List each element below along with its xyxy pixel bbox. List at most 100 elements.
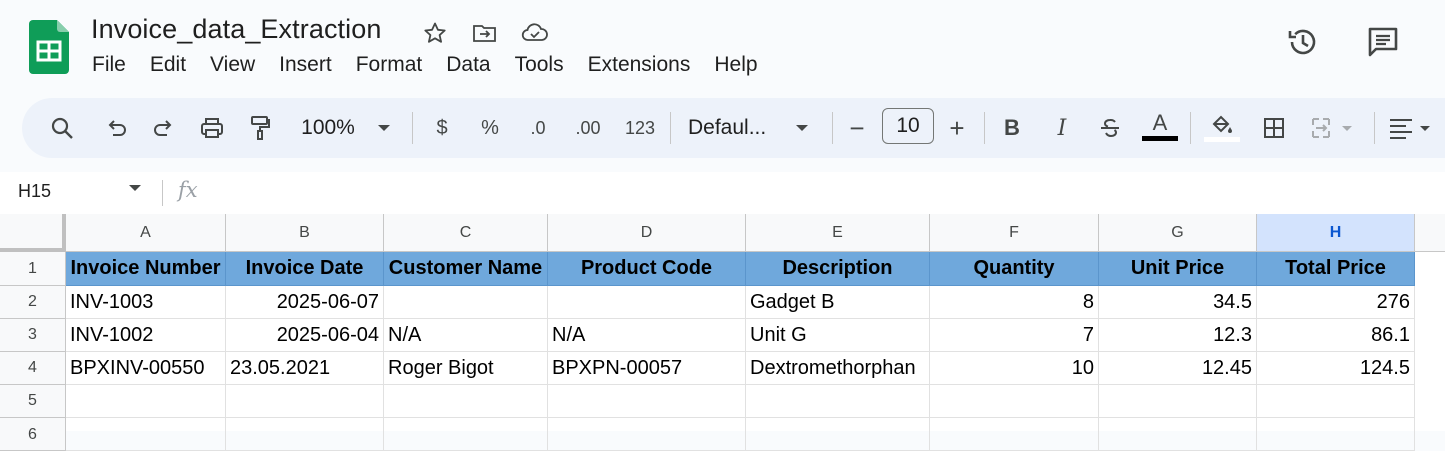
column-header-e[interactable]: E xyxy=(746,214,930,252)
font-family-select[interactable]: Defaul... xyxy=(688,98,784,158)
fill-color-icon[interactable] xyxy=(1202,98,1242,158)
cell-g5[interactable] xyxy=(1099,385,1257,418)
cell-d3[interactable]: N/A xyxy=(548,319,746,352)
cell-b3[interactable]: 2025-06-04 xyxy=(226,319,384,352)
menu-tools[interactable]: Tools xyxy=(503,52,576,78)
zoom-select[interactable]: 100% xyxy=(292,98,364,158)
cell-h6[interactable] xyxy=(1257,418,1415,451)
cell-a3[interactable]: INV-1002 xyxy=(66,319,226,352)
cell-g3[interactable]: 12.3 xyxy=(1099,319,1257,352)
cell-c6[interactable] xyxy=(384,418,548,451)
column-header-f[interactable]: F xyxy=(930,214,1099,252)
menu-view[interactable]: View xyxy=(198,52,267,78)
row-header-4[interactable]: 4 xyxy=(0,352,66,385)
more-formats-button[interactable]: 123 xyxy=(618,98,662,158)
row-header-1[interactable]: 1 xyxy=(0,252,66,286)
undo-icon[interactable] xyxy=(94,98,138,158)
cell-f6[interactable] xyxy=(930,418,1099,451)
cell-h2[interactable]: 276 xyxy=(1257,286,1415,319)
column-header-a[interactable]: A xyxy=(66,214,226,252)
cell-h4[interactable]: 124.5 xyxy=(1257,352,1415,385)
cell-f3[interactable]: 7 xyxy=(930,319,1099,352)
cell-g1[interactable]: Unit Price xyxy=(1099,252,1257,286)
cell-a1[interactable]: Invoice Number xyxy=(66,252,226,286)
row-header-3[interactable]: 3 xyxy=(0,319,66,352)
select-all-corner[interactable] xyxy=(0,214,66,252)
column-header-h[interactable]: H xyxy=(1257,214,1415,252)
version-history-icon[interactable] xyxy=(1285,24,1321,60)
text-color-button[interactable]: A xyxy=(1140,98,1180,158)
column-header-d[interactable]: D xyxy=(548,214,746,252)
cell-e3[interactable]: Unit G xyxy=(746,319,930,352)
font-size-input[interactable]: 10 xyxy=(882,108,934,144)
currency-format-button[interactable]: $ xyxy=(424,98,460,158)
cell-a2[interactable]: INV-1003 xyxy=(66,286,226,319)
cell-b5[interactable] xyxy=(226,385,384,418)
cell-g2[interactable]: 34.5 xyxy=(1099,286,1257,319)
sheets-logo-icon[interactable] xyxy=(29,20,69,74)
cell-b4[interactable]: 23.05.2021 xyxy=(226,352,384,385)
cell-f4[interactable]: 10 xyxy=(930,352,1099,385)
cell-d5[interactable] xyxy=(548,385,746,418)
menu-data[interactable]: Data xyxy=(434,52,502,78)
column-header-c[interactable]: C xyxy=(384,214,548,252)
menu-insert[interactable]: Insert xyxy=(267,52,344,78)
name-box[interactable]: H15 xyxy=(18,181,51,202)
cell-h3[interactable]: 86.1 xyxy=(1257,319,1415,352)
cell-e4[interactable]: Dextromethorphan xyxy=(746,352,930,385)
cell-a4[interactable]: BPXINV-00550 xyxy=(66,352,226,385)
cell-f1[interactable]: Quantity xyxy=(930,252,1099,286)
menu-file[interactable]: File xyxy=(80,52,138,78)
cell-b2[interactable]: 2025-06-07 xyxy=(226,286,384,319)
cell-a6[interactable] xyxy=(66,418,226,451)
decrease-font-size-button[interactable]: − xyxy=(842,98,872,158)
strikethrough-icon[interactable] xyxy=(1092,98,1128,158)
horizontal-align-icon[interactable] xyxy=(1382,98,1442,158)
cell-g6[interactable] xyxy=(1099,418,1257,451)
print-icon[interactable] xyxy=(190,98,234,158)
name-box-chevron-down-icon[interactable] xyxy=(128,184,142,192)
cell-h1[interactable]: Total Price xyxy=(1257,252,1415,286)
row-header-6[interactable]: 6 xyxy=(0,418,66,451)
bold-button[interactable]: B xyxy=(994,98,1030,158)
move-to-folder-icon[interactable] xyxy=(470,18,500,48)
cell-f5[interactable] xyxy=(930,385,1099,418)
cell-c3[interactable]: N/A xyxy=(384,319,548,352)
cell-e6[interactable] xyxy=(746,418,930,451)
menu-extensions[interactable]: Extensions xyxy=(576,52,703,78)
menu-edit[interactable]: Edit xyxy=(138,52,198,78)
menu-help[interactable]: Help xyxy=(702,52,769,78)
decrease-decimal-button[interactable]: .0 xyxy=(518,98,558,158)
merge-cells-icon[interactable] xyxy=(1306,98,1362,158)
cell-d1[interactable]: Product Code xyxy=(548,252,746,286)
cell-b1[interactable]: Invoice Date xyxy=(226,252,384,286)
font-chevron-down-icon[interactable] xyxy=(790,98,814,158)
column-header-b[interactable]: B xyxy=(226,214,384,252)
star-icon[interactable] xyxy=(420,18,450,48)
cell-a5[interactable] xyxy=(66,385,226,418)
cloud-saved-icon[interactable] xyxy=(520,18,550,48)
cell-b6[interactable] xyxy=(226,418,384,451)
cell-e1[interactable]: Description xyxy=(746,252,930,286)
chevron-down-icon[interactable] xyxy=(372,98,396,158)
cell-h5[interactable] xyxy=(1257,385,1415,418)
row-header-5[interactable]: 5 xyxy=(0,385,66,418)
cell-f2[interactable]: 8 xyxy=(930,286,1099,319)
cell-d4[interactable]: BPXPN-00057 xyxy=(548,352,746,385)
cell-c1[interactable]: Customer Name xyxy=(384,252,548,286)
column-header-next[interactable] xyxy=(1415,214,1445,252)
italic-button[interactable]: I xyxy=(1044,98,1080,158)
cell-e2[interactable]: Gadget B xyxy=(746,286,930,319)
increase-decimal-button[interactable]: .00 xyxy=(568,98,608,158)
percent-format-button[interactable]: % xyxy=(472,98,508,158)
document-title[interactable]: Invoice_data_Extraction xyxy=(91,14,381,45)
menu-format[interactable]: Format xyxy=(344,52,435,78)
column-header-g[interactable]: G xyxy=(1099,214,1257,252)
cell-e5[interactable] xyxy=(746,385,930,418)
cell-c5[interactable] xyxy=(384,385,548,418)
cell-c4[interactable]: Roger Bigot xyxy=(384,352,548,385)
comments-icon[interactable] xyxy=(1365,24,1401,60)
redo-icon[interactable] xyxy=(142,98,186,158)
row-header-2[interactable]: 2 xyxy=(0,286,66,319)
increase-font-size-button[interactable]: + xyxy=(942,98,972,158)
